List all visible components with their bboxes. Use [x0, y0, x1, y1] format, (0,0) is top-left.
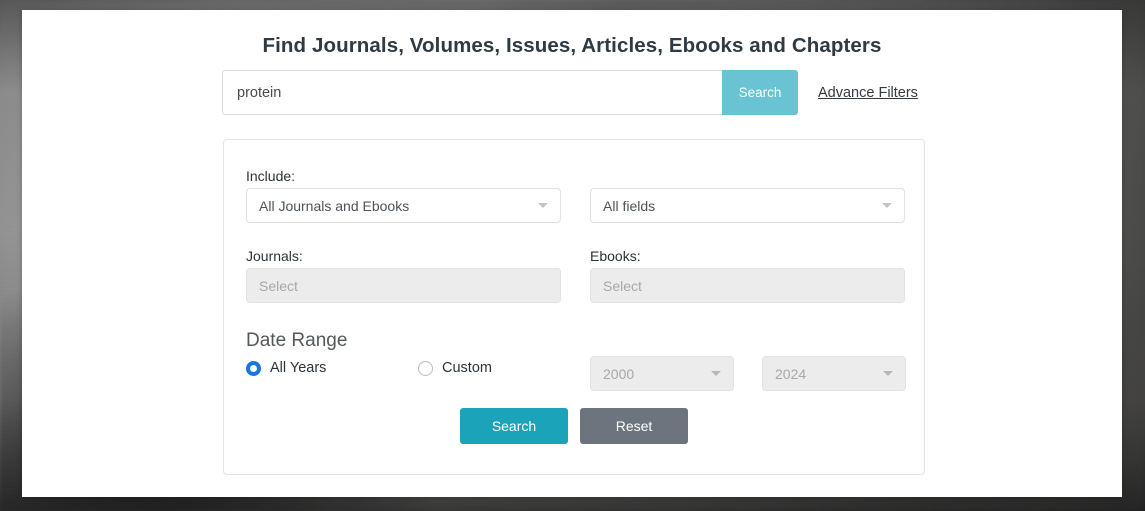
fields-select-value: All fields — [603, 197, 656, 214]
page-title: Find Journals, Volumes, Issues, Articles… — [262, 34, 882, 57]
submit-search-button[interactable]: Search — [460, 408, 568, 444]
advanced-filters-card: Include: All Journals and Ebooks All fie… — [223, 139, 925, 475]
top-search-button[interactable]: Search — [722, 70, 798, 115]
ebooks-select-placeholder: Select — [603, 277, 642, 294]
chevron-down-icon — [882, 203, 892, 208]
journals-label: Journals: — [246, 248, 303, 264]
include-select[interactable]: All Journals and Ebooks — [246, 188, 561, 223]
ebooks-select[interactable]: Select — [590, 268, 905, 303]
radio-all-years-indicator[interactable] — [246, 360, 261, 376]
chevron-down-icon — [538, 203, 548, 208]
year-to-select[interactable]: 2024 — [762, 356, 906, 391]
chevron-down-icon — [883, 371, 893, 376]
form-actions: Search Reset — [224, 408, 924, 444]
ebooks-label: Ebooks: — [590, 248, 641, 264]
year-from-select[interactable]: 2000 — [590, 356, 734, 391]
include-label: Include: — [246, 168, 296, 184]
advance-filters-link[interactable]: Advance Filters — [818, 85, 918, 101]
radio-all-years[interactable]: All Years — [246, 360, 326, 376]
radio-custom-label: Custom — [442, 360, 492, 376]
search-input[interactable] — [222, 70, 722, 115]
top-search-row: Search Advance Filters — [222, 70, 918, 115]
chevron-down-icon — [711, 371, 721, 376]
radio-custom-indicator[interactable] — [418, 360, 433, 376]
include-select-value: All Journals and Ebooks — [259, 197, 410, 214]
reset-button[interactable]: Reset — [580, 408, 688, 444]
radio-custom[interactable]: Custom — [418, 360, 492, 376]
date-range-title: Date Range — [246, 330, 348, 351]
journals-select-placeholder: Select — [259, 277, 298, 294]
radio-all-years-label: All Years — [270, 360, 327, 376]
journals-select[interactable]: Select — [246, 268, 561, 303]
year-from-value: 2000 — [603, 365, 635, 382]
search-panel: Find Journals, Volumes, Issues, Articles… — [22, 10, 1122, 497]
fields-select[interactable]: All fields — [590, 188, 905, 223]
year-to-value: 2024 — [775, 365, 807, 382]
